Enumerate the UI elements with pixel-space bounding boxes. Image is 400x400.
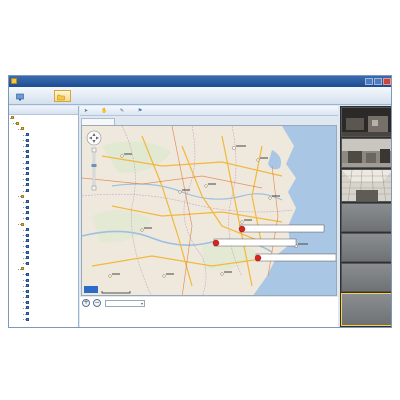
video-cell-selected[interactable] [341,293,391,326]
maximize-button[interactable] [374,78,382,85]
camera-icon [26,216,29,220]
folder-icon [11,116,14,120]
video-cell-empty[interactable] [341,233,391,262]
camera-icon [26,261,29,265]
camera-icon [26,250,29,254]
main-toolbar [9,87,391,105]
map-toolbar: ➤ ✋ ✎ ⚑ [80,106,338,116]
camera-icon [26,284,29,288]
camera-icon [26,166,29,170]
history-video-button[interactable] [54,90,71,102]
close-button[interactable] [383,78,391,85]
tree-header [9,106,78,115]
folder-icon [21,127,24,131]
device-tree [9,115,78,322]
zoom-out-button[interactable]: − [93,299,101,307]
camera-icon [26,189,29,193]
ruler-icon: ✎ [119,108,125,114]
camera-icon [26,155,29,159]
camera-icon [26,149,29,153]
map-type-select[interactable]: ▾ [105,300,145,307]
camera-icon [26,256,29,260]
camera-icon [26,211,29,215]
camera-icon [26,172,29,176]
map-measure-button[interactable]: ✎ [118,107,126,115]
camera-icon [26,228,29,232]
camera-icon [26,183,29,187]
video-cell-empty[interactable] [341,263,391,292]
map-mark-button[interactable]: ⚑ [136,107,144,115]
camera-icon [26,312,29,316]
folder-icon [21,222,24,226]
camera-icon [26,239,29,243]
device-tree-panel [9,106,79,327]
cursor-icon: ➤ [83,108,89,114]
minimize-button[interactable] [365,78,373,85]
vehicle-marker[interactable] [254,253,336,262]
app-logo-icon [11,78,17,84]
camera-icon [26,233,29,237]
camera-icon [26,200,29,204]
map-bottom-bar: + − ▾ [80,297,338,327]
video-frame-1 [342,108,391,136]
folder-icon [21,194,24,198]
camera-icon [26,161,29,165]
vehicle-marker[interactable] [212,238,297,247]
map-tab[interactable] [81,118,115,125]
video-cell[interactable] [341,138,391,168]
video-cell[interactable] [341,107,391,137]
folder-icon [16,121,19,125]
camera-icon [26,177,29,181]
camera-icon [26,295,29,299]
map-pan-button[interactable]: ✋ [100,107,108,115]
map-canvas[interactable] [82,126,337,296]
camera-icon [26,272,29,276]
title-bar [9,76,391,87]
camera-icon [26,133,29,137]
camera-icon [26,144,29,148]
vehicle-marker[interactable] [238,224,325,233]
camera-icon [26,289,29,293]
monitor-icon [16,93,24,101]
folder-icon [21,267,24,271]
camera-icon [26,244,29,248]
video-cell[interactable] [341,169,391,202]
camera-icon [26,317,29,321]
camera-icon [26,205,29,209]
realtime-monitor-button[interactable] [13,90,30,102]
map-select-button[interactable]: ➤ [82,107,90,115]
camera-icon [26,278,29,282]
video-panel [340,106,391,327]
folder-icon [57,93,65,101]
flag-icon: ⚑ [137,108,143,114]
app-window: ➤ ✋ ✎ ⚑ + − ▾ [8,75,392,328]
camera-icon [26,300,29,304]
tree-node[interactable] [9,316,78,322]
video-frame-2 [342,139,391,167]
camera-icon [26,138,29,142]
video-frame-3 [342,170,391,201]
map-logo [84,286,98,293]
chevron-down-icon: ▾ [140,301,143,306]
camera-icon [26,306,29,310]
map-view[interactable] [81,125,337,296]
video-cell-empty[interactable] [341,203,391,232]
hand-icon: ✋ [101,108,108,114]
zoom-in-button[interactable]: + [82,299,90,307]
